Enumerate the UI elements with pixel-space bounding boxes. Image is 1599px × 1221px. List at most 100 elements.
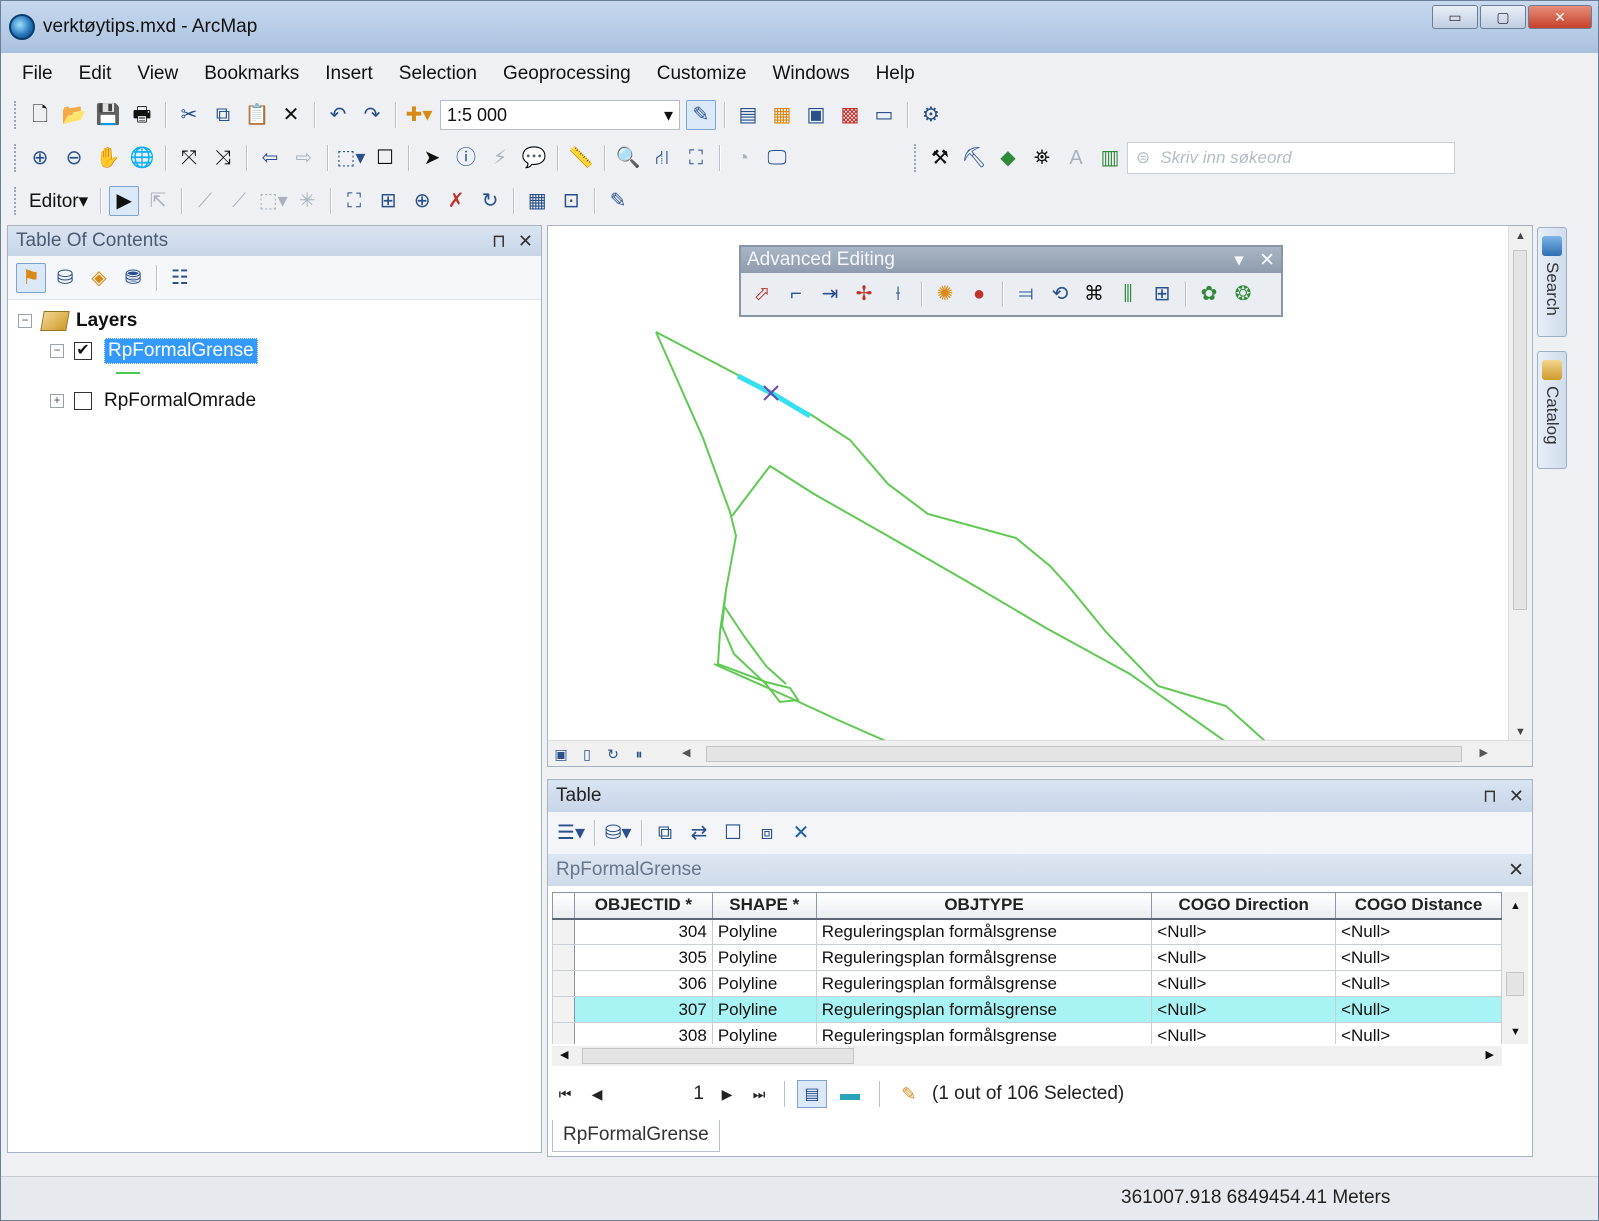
map-vertical-scrollbar[interactable]: ▲ ▼ xyxy=(1508,226,1532,742)
attributes-icon[interactable]: ▦ xyxy=(522,186,552,216)
time-slider-icon[interactable]: ◔ xyxy=(728,143,758,173)
column-header-cogo-direction[interactable]: COGO Direction xyxy=(1151,892,1337,920)
editor-toolbar-icon[interactable]: ✎ xyxy=(686,100,716,130)
map-horizontal-scrollbar-thumb[interactable] xyxy=(706,746,1462,762)
zoom-in-icon[interactable]: ⊕ xyxy=(25,143,55,173)
identify-icon[interactable]: ⓘ xyxy=(451,143,481,173)
redo-icon[interactable]: ↷ xyxy=(357,100,387,130)
layer-item-rpformalgrense[interactable]: − ✔ RpFormalGrense xyxy=(18,336,541,366)
show-all-records-button[interactable]: ▤ xyxy=(797,1080,827,1108)
collapse-icon[interactable]: − xyxy=(18,314,32,328)
copy-icon[interactable]: ⧉ xyxy=(208,100,238,130)
menu-customize[interactable]: Customize xyxy=(644,63,760,85)
fixed-zoom-in-icon[interactable]: ⤧ xyxy=(174,143,204,173)
python-window-icon[interactable]: ▭ xyxy=(869,100,899,130)
table-row-selected[interactable]: 307 Polyline Reguleringsplan formålsgren… xyxy=(552,996,1502,1023)
grid-tool-icon[interactable]: ▥ xyxy=(1095,143,1125,173)
table-vertical-scrollbar[interactable]: ▲ ▼ xyxy=(1502,892,1528,1044)
map-scale-combo[interactable]: 1:5 000 ▾ xyxy=(440,100,680,130)
layer-visibility-checkbox[interactable]: ✔ xyxy=(74,342,92,360)
trim-icon[interactable]: ✢ xyxy=(849,279,879,309)
list-by-drawing-order-icon[interactable]: ⚑ xyxy=(16,262,46,293)
column-header-cogo-distance[interactable]: COGO Distance xyxy=(1335,892,1502,920)
open-folder-icon[interactable]: 📂 xyxy=(59,100,89,130)
cut-polygons-icon[interactable]: ⊕ xyxy=(407,186,437,216)
menu-file[interactable]: File xyxy=(9,63,66,85)
extend-icon[interactable]: ⇥ xyxy=(815,279,845,309)
zoom-out-icon[interactable]: ⊖ xyxy=(59,143,89,173)
align-edge-icon[interactable]: ⫤ xyxy=(1011,279,1041,309)
forward-extent-icon[interactable]: ⇨ xyxy=(289,143,319,173)
diamond-icon[interactable]: ◆ xyxy=(993,143,1023,173)
map-vertical-scrollbar-thumb[interactable] xyxy=(1513,250,1527,610)
rotate-tool-icon[interactable]: ↻ xyxy=(475,186,505,216)
paste-icon[interactable]: 📋 xyxy=(242,100,272,130)
table-close-button[interactable]: ✕ xyxy=(1509,786,1524,807)
smooth-icon[interactable]: ✿ xyxy=(1194,279,1224,309)
expand-icon[interactable]: + xyxy=(50,394,64,408)
layout-view-icon[interactable]: ▯ xyxy=(576,744,598,764)
scroll-right-arrow[interactable]: ▶ xyxy=(1480,746,1488,759)
refresh-icon[interactable]: ↻ xyxy=(602,744,624,764)
table-horizontal-scrollbar-thumb[interactable] xyxy=(582,1048,854,1064)
column-header-shape[interactable]: SHAPE * xyxy=(711,892,817,920)
toolbar-menu-icon[interactable]: ▾ xyxy=(1234,250,1244,271)
copy-features-icon[interactable]: ⬀ xyxy=(747,279,777,309)
table-layer-close-button[interactable]: ✕ xyxy=(1508,859,1524,882)
create-features-icon[interactable]: ✎ xyxy=(603,186,633,216)
menu-windows[interactable]: Windows xyxy=(760,63,863,85)
pan-icon[interactable]: ✋ xyxy=(93,143,123,173)
menu-help[interactable]: Help xyxy=(863,63,928,85)
clear-selection-icon[interactable]: ☐ xyxy=(370,143,400,173)
scroll-left-arrow[interactable]: ◀ xyxy=(682,746,690,759)
data-view-icon[interactable]: ▣ xyxy=(550,744,572,764)
collapse-icon[interactable]: − xyxy=(50,344,64,358)
find-icon[interactable]: 🔍 xyxy=(613,143,643,173)
menu-edit[interactable]: Edit xyxy=(66,63,125,85)
previous-record-icon[interactable]: ◀ xyxy=(584,1086,610,1103)
text-tool-icon[interactable]: A xyxy=(1061,143,1091,173)
scroll-down-arrow[interactable]: ▼ xyxy=(1510,1026,1521,1038)
table-options-icon[interactable]: ☰▾ xyxy=(556,818,586,848)
options-icon[interactable]: ☷ xyxy=(165,263,195,293)
column-header-objectid[interactable]: OBJECTID * xyxy=(573,892,713,920)
cut-icon[interactable]: ✂ xyxy=(174,100,204,130)
sketch-properties-icon[interactable]: ⊡ xyxy=(556,186,586,216)
split-tool-icon[interactable]: ✗ xyxy=(441,186,471,216)
point-icon[interactable]: ✳ xyxy=(292,186,322,216)
undo-icon[interactable]: ↶ xyxy=(323,100,353,130)
clear-selection-icon[interactable]: ☐ xyxy=(718,818,748,848)
list-by-visibility-icon[interactable]: ◈ xyxy=(84,263,114,293)
last-record-icon[interactable]: ⏭ xyxy=(746,1086,772,1103)
scroll-up-arrow[interactable]: ▲ xyxy=(1515,230,1526,242)
scroll-right-arrow[interactable]: ▶ xyxy=(1486,1048,1494,1061)
offset-icon[interactable]: ⫼ xyxy=(1113,279,1143,309)
table-horizontal-scrollbar[interactable]: ◀ ▶ xyxy=(552,1046,1502,1066)
table-row[interactable]: 305 Polyline Reguleringsplan formålsgren… xyxy=(552,944,1502,971)
generalize-icon[interactable]: ⊞ xyxy=(1147,279,1177,309)
search-window-icon[interactable]: ▣ xyxy=(801,100,831,130)
minimize-button[interactable]: ▭ xyxy=(1432,5,1478,29)
zoom-to-selected-icon[interactable]: ⧈ xyxy=(752,818,782,848)
pause-drawing-icon[interactable]: ⏸ xyxy=(628,744,650,764)
related-tables-icon[interactable]: ⛁▾ xyxy=(603,818,633,848)
reshape-feature-icon[interactable]: ⊞ xyxy=(373,186,403,216)
table-of-contents-window-icon[interactable]: ▤ xyxy=(733,100,763,130)
hyperlink-icon[interactable]: ⚡ xyxy=(485,143,515,173)
maximize-button[interactable]: ▢ xyxy=(1480,5,1526,29)
straight-segment-icon[interactable]: ⟋ xyxy=(190,186,220,216)
search-side-tab[interactable]: Search xyxy=(1537,227,1567,337)
layers-root[interactable]: − Layers xyxy=(18,306,541,336)
delete-icon[interactable]: ✕ xyxy=(276,100,306,130)
back-extent-icon[interactable]: ⇦ xyxy=(255,143,285,173)
switch-selection-icon[interactable]: ⇄ xyxy=(684,818,714,848)
hammer-icon[interactable]: ⚒ xyxy=(925,143,955,173)
arctoolbox-icon[interactable]: ▩ xyxy=(835,100,865,130)
scroll-left-arrow[interactable]: ◀ xyxy=(560,1048,568,1061)
save-icon[interactable]: 💾 xyxy=(93,100,123,130)
select-features-icon[interactable]: ⬚▾ xyxy=(336,143,366,173)
scroll-up-arrow[interactable]: ▲ xyxy=(1510,900,1521,912)
create-viewer-window-icon[interactable]: 🖵 xyxy=(762,143,792,173)
list-by-source-icon[interactable]: ⛁ xyxy=(50,263,80,293)
current-record-input[interactable]: 1 xyxy=(616,1079,708,1109)
